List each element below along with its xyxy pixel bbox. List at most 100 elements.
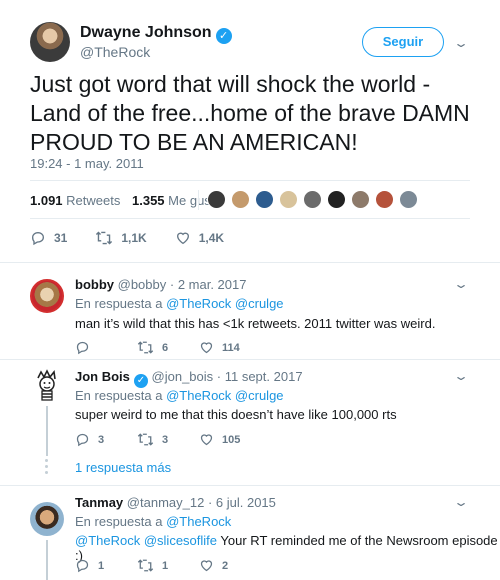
mention-link[interactable]: @crulge xyxy=(235,296,284,311)
divider xyxy=(30,218,470,219)
like-button[interactable]: 114 xyxy=(199,340,261,355)
reply-author-name[interactable]: bobby xyxy=(75,277,114,292)
reply-header: Tanmay @tanmay_12 · 6 jul. 2015 xyxy=(75,495,276,510)
reply-icon xyxy=(31,231,45,246)
chevron-down-icon[interactable]: ⌄ xyxy=(453,277,469,291)
retweet-icon xyxy=(96,231,113,245)
liker-avatar[interactable] xyxy=(399,190,418,209)
retweets-label[interactable]: Retweets xyxy=(66,193,120,208)
like-count: 105 xyxy=(222,433,241,446)
retweet-button[interactable]: 1,1K xyxy=(95,230,147,246)
calvin-avatar-icon xyxy=(37,369,56,401)
liker-avatar[interactable] xyxy=(375,190,394,209)
like-button[interactable]: 1,4K xyxy=(175,230,224,246)
reply-button[interactable]: 1 xyxy=(75,558,137,573)
in-reply-prefix: En respuesta a xyxy=(75,514,163,529)
reply-author-handle[interactable]: @jon_bois xyxy=(152,369,214,384)
mention-link[interactable]: @TheRock xyxy=(166,296,231,311)
retweet-button[interactable]: 1 xyxy=(137,558,199,573)
in-reply-prefix: En respuesta a xyxy=(75,296,163,311)
mention-link[interactable]: @crulge xyxy=(235,388,284,403)
tweet-timestamp[interactable]: 19:24 - 1 may. 2011 xyxy=(30,156,144,171)
tweet-stats: 1.091 Retweets 1.355 Me gusta xyxy=(30,193,230,208)
retweet-count: 1 xyxy=(162,559,169,572)
heart-icon xyxy=(200,342,213,354)
stats-divider xyxy=(198,190,199,210)
like-count: 2 xyxy=(222,559,229,572)
reply-count: 1 xyxy=(98,559,105,572)
heart-icon xyxy=(200,434,213,446)
tweet-text: Just got word that will shock the world … xyxy=(30,71,470,155)
divider xyxy=(30,180,470,181)
main-tweet: Dwayne Johnson ✓ @TheRock Seguir ⌄ Just g… xyxy=(0,0,500,262)
liker-avatar[interactable] xyxy=(303,190,322,209)
reply-avatar[interactable] xyxy=(30,279,64,313)
author-handle[interactable]: @TheRock xyxy=(80,44,150,60)
liker-avatar[interactable] xyxy=(255,190,274,209)
heart-icon xyxy=(176,232,189,245)
heart-icon xyxy=(200,560,213,572)
thread-line xyxy=(46,540,48,580)
reply-header: Jon Bois ✓ @jon_bois · 11 sept. 2017 xyxy=(75,369,303,388)
reply-date[interactable]: · 2 mar. 2017 xyxy=(170,277,247,292)
reply-author-name[interactable]: Tanmay xyxy=(75,495,123,510)
reply-button[interactable] xyxy=(75,340,137,355)
reply-icon xyxy=(76,433,89,447)
liker-avatar[interactable] xyxy=(231,190,250,209)
chevron-down-icon[interactable]: ⌄ xyxy=(453,369,469,383)
like-button[interactable]: 2 xyxy=(199,558,261,573)
like-button[interactable]: 105 xyxy=(199,432,261,447)
mention-link[interactable]: @slicesoflife xyxy=(144,533,217,548)
reply-date[interactable]: · 11 sept. 2017 xyxy=(217,369,303,384)
liker-avatar[interactable] xyxy=(279,190,298,209)
retweet-button[interactable]: 3 xyxy=(137,432,199,447)
reply-button[interactable]: 3 xyxy=(75,432,137,447)
retweet-button[interactable]: 6 xyxy=(137,340,199,355)
retweet-count: 6 xyxy=(162,341,169,354)
reply-count: 3 xyxy=(98,433,105,446)
reply-avatar[interactable] xyxy=(30,502,64,536)
reply-text: man it’s wild that this has <1k retweets… xyxy=(75,316,436,331)
follow-button[interactable]: Seguir xyxy=(362,27,444,57)
liker-avatars xyxy=(207,190,423,210)
retweets-count[interactable]: 1.091 xyxy=(30,193,63,208)
author-name[interactable]: Dwayne Johnson ✓ xyxy=(80,24,232,44)
more-replies-link[interactable]: 1 respuesta más xyxy=(75,460,171,475)
liker-avatar[interactable] xyxy=(327,190,346,209)
mention-link[interactable]: @TheRock xyxy=(166,514,231,529)
verified-badge-icon: ✓ xyxy=(133,374,148,388)
author-avatar[interactable] xyxy=(30,22,70,62)
reply-text: super weird to me that this doesn’t have… xyxy=(75,407,397,422)
reply-date[interactable]: · 6 jul. 2015 xyxy=(208,495,276,510)
liker-avatar[interactable] xyxy=(207,190,226,209)
in-reply-to: En respuesta a @TheRock @crulge xyxy=(75,388,284,403)
reply-author-handle[interactable]: @bobby xyxy=(118,277,167,292)
likes-count[interactable]: 1.355 xyxy=(132,193,165,208)
reply-button[interactable]: 31 xyxy=(30,230,67,246)
liker-avatar[interactable] xyxy=(351,190,370,209)
reply-tweet[interactable]: Tanmay @tanmay_12 · 6 jul. 2015 ⌄ En res… xyxy=(0,486,500,580)
reply-author-name[interactable]: Jon Bois xyxy=(75,369,130,384)
reply-tweet[interactable]: bobby @bobby · 2 mar. 2017 ⌄ En respuest… xyxy=(0,263,500,359)
in-reply-prefix: En respuesta a xyxy=(75,388,163,403)
reply-actions: 3 3 105 xyxy=(75,432,261,447)
author-name-text[interactable]: Dwayne Johnson xyxy=(80,24,212,41)
thread-line xyxy=(46,406,48,456)
chevron-down-icon[interactable]: ⌄ xyxy=(453,495,469,509)
reply-author-handle[interactable]: @tanmay_12 xyxy=(127,495,205,510)
main-tweet-actions: 31 1,1K 1,4K xyxy=(30,230,252,246)
like-count: 114 xyxy=(222,341,240,354)
reply-icon xyxy=(76,559,89,573)
retweet-icon xyxy=(137,341,154,354)
chevron-down-icon[interactable]: ⌄ xyxy=(453,36,469,50)
thread-dots xyxy=(45,459,49,477)
mention-link[interactable]: @TheRock xyxy=(166,388,231,403)
mention-link[interactable]: @TheRock xyxy=(75,533,140,548)
in-reply-to: En respuesta a @TheRock @crulge xyxy=(75,296,284,311)
retweet-count: 1,1K xyxy=(121,231,147,245)
reply-icon xyxy=(76,341,89,355)
in-reply-to: En respuesta a @TheRock xyxy=(75,514,231,529)
reply-avatar[interactable] xyxy=(30,368,64,402)
reply-count: 31 xyxy=(54,231,68,245)
reply-actions: 1 1 2 xyxy=(75,558,261,573)
